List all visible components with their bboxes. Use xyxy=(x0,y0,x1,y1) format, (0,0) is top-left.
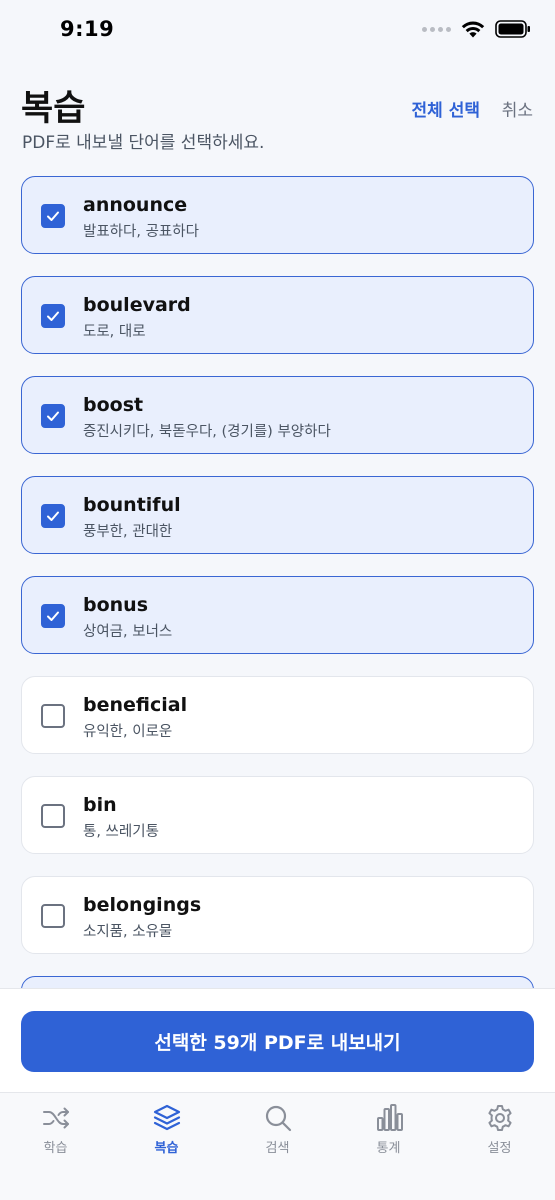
word-meaning: 도로, 대로 xyxy=(83,324,146,340)
tab-settings[interactable]: 설정 xyxy=(444,1093,555,1163)
checkbox[interactable] xyxy=(41,804,65,828)
word-text: bin xyxy=(83,794,117,816)
select-all-button[interactable]: 전체 선택 xyxy=(412,96,480,121)
word-text: beneficial xyxy=(83,694,188,716)
tab-search[interactable]: 검색 xyxy=(222,1093,333,1163)
word-card[interactable]: announce 발표하다, 공표하다 xyxy=(21,176,534,254)
checkbox[interactable] xyxy=(41,704,65,728)
word-meaning: 소지품, 소유물 xyxy=(83,924,173,940)
bar-chart-icon xyxy=(376,1104,403,1131)
word-text: announce xyxy=(83,194,188,216)
tab-label: 학습 xyxy=(43,1141,68,1156)
checkbox[interactable] xyxy=(41,904,65,928)
word-meaning: 발표하다, 공표하다 xyxy=(83,224,199,240)
word-card[interactable]: beneficial 유익한, 이로운 xyxy=(21,676,534,754)
tab-stats[interactable]: 통계 xyxy=(333,1093,444,1163)
checkbox[interactable] xyxy=(41,304,65,328)
page-subtitle: PDF로 내보낼 단어를 선택하세요. xyxy=(22,133,265,153)
checkmark-icon xyxy=(47,211,59,221)
word-card[interactable]: belongings 소지품, 소유물 xyxy=(21,876,534,954)
tab-label: 검색 xyxy=(265,1141,290,1156)
status-time: 9:19 xyxy=(60,17,115,41)
checkbox[interactable] xyxy=(41,604,65,628)
word-meaning: 풍부한, 관대한 xyxy=(83,524,173,540)
checkmark-icon xyxy=(47,311,59,321)
checkmark-icon xyxy=(47,411,59,421)
word-card[interactable]: bonus 상여금, 보너스 xyxy=(21,576,534,654)
word-card[interactable]: boulevard 도로, 대로 xyxy=(21,276,534,354)
word-list: announce 발표하다, 공표하다 boulevard 도로, 대로 boost 증진… xyxy=(21,176,534,994)
word-card[interactable]: bountiful 풍부한, 관대한 xyxy=(21,476,534,554)
word-text: boulevard xyxy=(83,294,191,316)
word-meaning: 상여금, 보너스 xyxy=(83,624,173,640)
layers-icon xyxy=(153,1104,180,1131)
gear-icon xyxy=(487,1105,512,1131)
battery-icon xyxy=(495,20,530,38)
word-card[interactable]: boost 증진시키다, 북돋우다, (경기를) 부양하다 xyxy=(21,376,534,454)
word-text: bountiful xyxy=(83,494,181,516)
signal-dots-icon xyxy=(422,26,451,32)
search-icon xyxy=(265,1105,291,1132)
action-area: 선택한 59개 PDF로 내보내기 xyxy=(0,988,555,1092)
export-pdf-button[interactable]: 선택한 59개 PDF로 내보내기 xyxy=(21,1011,534,1072)
checkbox[interactable] xyxy=(41,504,65,528)
word-text: belongings xyxy=(83,894,202,916)
checkmark-icon xyxy=(47,511,59,521)
checkbox[interactable] xyxy=(41,204,65,228)
screen: 9:19 복습 PDF로 내보낼 단어를 선택하세요. 전체 선택 취소 ann… xyxy=(0,0,555,1200)
tab-label: 복습 xyxy=(154,1141,179,1156)
status-bar: 9:19 xyxy=(0,0,555,62)
header: 복습 PDF로 내보낼 단어를 선택하세요. 전체 선택 취소 xyxy=(0,72,555,182)
word-meaning: 통, 쓰레기통 xyxy=(83,824,159,840)
word-meaning: 유익한, 이로운 xyxy=(83,724,173,740)
tab-bar: 학습 복습 검색 통계 설정 xyxy=(0,1092,555,1200)
tab-review[interactable]: 복습 xyxy=(111,1093,222,1163)
tab-label: 설정 xyxy=(487,1141,512,1156)
word-meaning: 증진시키다, 북돋우다, (경기를) 부양하다 xyxy=(83,424,331,440)
wifi-icon xyxy=(461,21,485,38)
tab-study[interactable]: 학습 xyxy=(0,1093,111,1163)
checkbox[interactable] xyxy=(41,404,65,428)
cancel-button[interactable]: 취소 xyxy=(502,96,533,121)
shuffle-icon xyxy=(42,1107,69,1129)
checkmark-icon xyxy=(47,611,59,621)
status-icons xyxy=(422,20,531,38)
word-card[interactable]: bin 통, 쓰레기통 xyxy=(21,776,534,854)
tab-label: 통계 xyxy=(376,1141,401,1156)
page-title: 복습 xyxy=(21,89,86,129)
word-text: bonus xyxy=(83,594,149,616)
word-text: boost xyxy=(83,394,144,416)
